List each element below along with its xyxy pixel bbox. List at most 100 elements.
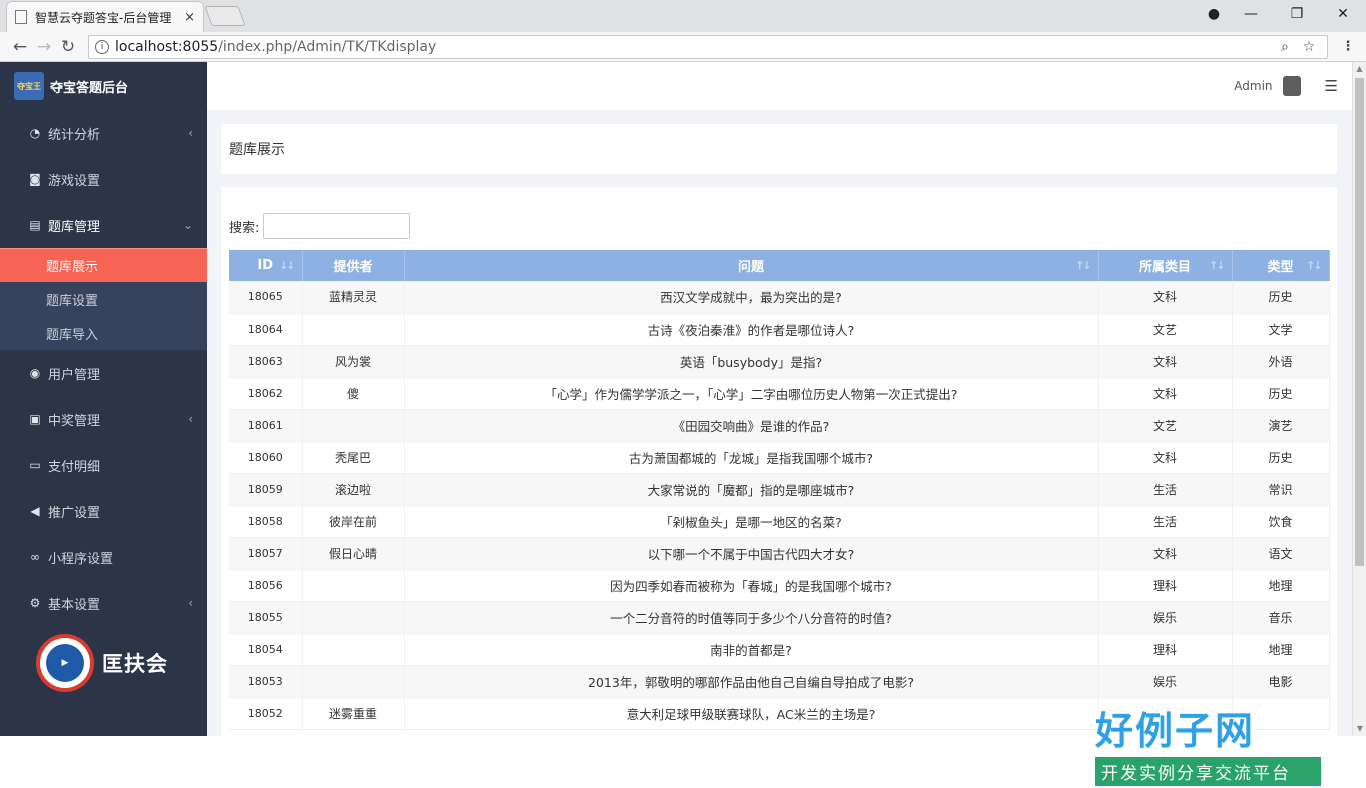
table-row[interactable]: 18057 假日心晴 以下哪一个不属于中国古代四大才女? 文科 语文 [229,537,1330,570]
reload-button[interactable]: ↻ [56,37,80,57]
sidebar-item-prizes[interactable]: ▣ 中奖管理 ‹ [0,396,207,442]
cell-id: 18059 [229,473,303,506]
footer-logo: ▶ 匡扶会 [36,634,168,692]
cell-provider: 风为裳 [302,345,405,378]
user-icon: ◉ [29,366,41,380]
sidebar-item-promotion[interactable]: ◀ 推广设置 [0,488,207,534]
column-header-type[interactable]: 类型 ↑↓ [1232,250,1330,281]
sidebar-item-question-bank[interactable]: ▤ 题库管理 ⌄ [0,202,207,248]
minimize-button[interactable]: — [1228,6,1274,22]
sidebar-item-basic-settings[interactable]: ⚙ 基本设置 ‹ [0,580,207,626]
column-header-category[interactable]: 所属类目 ↑↓ [1098,250,1233,281]
cell-type: 历史 [1232,377,1330,410]
browser-tab[interactable]: 智慧云夺题答宝-后台管理 × [6,1,204,32]
sidebar-item-stats[interactable]: ◔ 统计分析 ‹ [0,110,207,156]
table-row[interactable]: 18065 蓝精灵灵 西汉文学成就中，最为突出的是? 文科 历史 [229,281,1330,314]
forward-button[interactable]: → [32,37,56,57]
cell-provider: 滚边啦 [302,473,405,506]
table-row[interactable]: 18061 《田园交响曲》是谁的作品? 文艺 演艺 [229,409,1330,442]
zoom-icon[interactable]: ⌕ [1273,39,1297,55]
cell-question: 2013年，郭敬明的哪部作品由他自己自编自导拍成了电影? [404,665,1099,698]
question-table: ID ↓↓ 提供者 问题 ↑↓ 所属类目 ↑↓ 类型 ↑↓ 18065 蓝精灵灵 西汉文学成… [229,250,1330,730]
sort-icon: ↑↓ [1209,259,1226,272]
sidebar-item-miniprogram[interactable]: ∞ 小程序设置 [0,534,207,580]
avatar[interactable] [1282,76,1301,96]
scroll-thumb[interactable] [1355,78,1364,566]
close-window-button[interactable]: ✕ [1320,6,1366,22]
cell-category: 娱乐 [1098,601,1233,634]
sidebar-item-payments[interactable]: ▭ 支付明细 [0,442,207,488]
back-button[interactable]: ← [8,37,32,57]
sidebar-subitem-bank-display[interactable]: 题库展示 [0,248,207,282]
cell-question: 古诗《夜泊秦淮》的作者是哪位诗人? [404,313,1099,346]
cell-type: 文学 [1232,313,1330,346]
table-row[interactable]: 18053 2013年，郭敬明的哪部作品由他自己自编自导拍成了电影? 娱乐 电影 [229,665,1330,698]
cell-category: 娱乐 [1098,665,1233,698]
sidebar-item-users[interactable]: ◉ 用户管理 [0,350,207,396]
table-row[interactable]: 18054 南非的首都是? 理科 地理 [229,633,1330,666]
cell-provider [302,665,405,698]
table-row[interactable]: 18064 古诗《夜泊秦淮》的作者是哪位诗人? 文艺 文学 [229,313,1330,346]
account-icon[interactable]: ● [1200,6,1228,22]
url-text: localhost:8055/index.php/Admin/TK/TKdisp… [115,39,1273,55]
column-header-label: ID [257,258,274,273]
watermark-brand-big: 好例子网 [1095,709,1256,753]
table-header-row: ID ↓↓ 提供者 问题 ↑↓ 所属类目 ↑↓ 类型 ↑↓ [229,250,1330,281]
sidebar-item-label: 基本设置 [48,597,101,613]
chevron-left-icon: ‹ [188,596,193,610]
scroll-down-icon[interactable]: ▼ [1353,722,1366,736]
username[interactable]: Admin [1234,79,1272,93]
cell-category: 生活 [1098,473,1233,506]
column-header-provider[interactable]: 提供者 [302,250,405,281]
new-tab-button[interactable] [204,6,246,26]
cell-category: 文科 [1098,281,1233,314]
page-scrollbar[interactable]: ▲ ▼ [1352,62,1366,736]
cell-id: 18060 [229,441,303,474]
cell-question: 英语「busybody」是指? [404,345,1099,378]
scroll-up-icon[interactable]: ▲ [1353,62,1366,76]
browser-tab-strip: 智慧云夺题答宝-后台管理 × ● — ❐ ✕ [0,0,1366,32]
table-row[interactable]: 18063 风为裳 英语「busybody」是指? 文科 外语 [229,345,1330,378]
cell-question: 「心学」作为儒学学派之一，「心学」二字由哪位历史人物第一次正式提出? [404,377,1099,410]
maximize-button[interactable]: ❐ [1274,6,1320,22]
cell-type: 历史 [1232,281,1330,314]
cell-id: 18062 [229,377,303,410]
sidebar-item-label: 统计分析 [48,127,101,143]
sidebar-subitem-bank-import[interactable]: 题库导入 [0,316,207,350]
sidebar-item-label: 用户管理 [48,367,101,383]
cell-id: 18053 [229,665,303,698]
sidebar-subitem-bank-settings[interactable]: 题库设置 [0,282,207,316]
cell-question: 南非的首都是? [404,633,1099,666]
bookmark-star-icon[interactable]: ☆ [1297,39,1321,55]
cell-type: 历史 [1232,441,1330,474]
hamburger-menu-icon[interactable]: ☰ [1325,77,1338,95]
table-row[interactable]: 18056 因为四季如春而被称为「春城」的是我国哪个城市? 理科 地理 [229,569,1330,602]
footer-logo-text: 匡扶会 [102,652,168,676]
table-row[interactable]: 18062 傻「心学」作为儒学学派之一，「心学」二字由哪位历史人物第一次正式提出?… [229,377,1330,410]
url-field[interactable]: i localhost:8055/index.php/Admin/TK/TKdi… [88,34,1328,59]
cell-id: 18065 [229,281,303,314]
column-header-question[interactable]: 问题 ↑↓ [404,250,1099,281]
cell-question: 意大利足球甲级联赛球队，AC米兰的主场是? [404,697,1099,730]
brand[interactable]: 夺宝王 夺宝答题后台 [0,62,207,110]
table-row[interactable]: 18059 滚边啦 大家常说的「魔都」指的是哪座城市? 生活 常识 [229,473,1330,506]
table-row[interactable]: 18058 彼岸在前 「剁椒鱼头」是哪一地区的名菜? 生活 饮食 [229,505,1330,538]
cell-category: 文科 [1098,377,1233,410]
table-row[interactable]: 18055 一个二分音符的时值等同于多少个八分音符的时值? 娱乐 音乐 [229,601,1330,634]
footer-logo-inner: ▶ [46,644,84,682]
search-input[interactable] [263,213,411,239]
sidebar-item-label: 游戏设置 [48,173,101,189]
watermark-brand-small: 开发实例分享交流平台 [1095,757,1321,786]
watermark-logo: 好例子网 开发实例分享交流平台 [1095,700,1321,788]
cell-question: 「剁椒鱼头」是哪一地区的名菜? [404,505,1099,538]
cell-provider: 迷雾重重 [302,697,405,730]
table-row[interactable]: 18060 秃尾巴 古为萧国都城的「龙城」是指我国哪个城市? 文科 历史 [229,441,1330,474]
browser-menu-icon[interactable]: ⋮ [1338,39,1358,54]
info-icon[interactable]: i [95,39,109,54]
cell-provider: 傻 [302,377,405,410]
sidebar-item-game-settings[interactable]: ◙ 游戏设置 [0,156,207,202]
gamepad-icon: ◙ [29,172,41,186]
close-tab-icon[interactable]: × [184,10,195,25]
column-header-id[interactable]: ID ↓↓ [229,250,303,281]
footer-logo-emblem: ▶ [36,634,94,692]
